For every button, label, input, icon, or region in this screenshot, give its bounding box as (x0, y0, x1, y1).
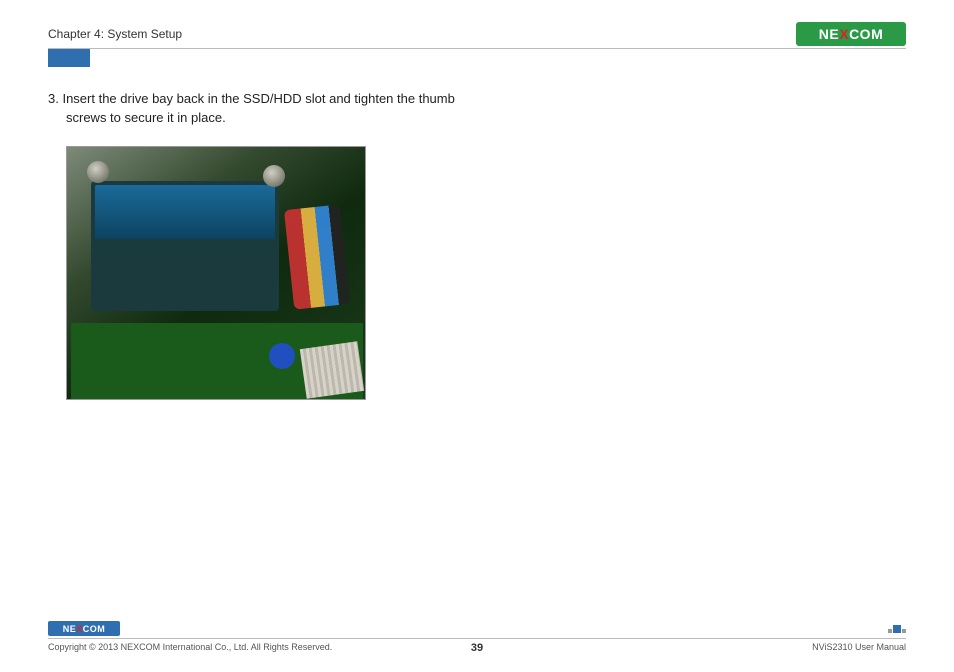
copyright-text: Copyright © 2013 NEXCOM International Co… (48, 642, 332, 652)
footer-text-row: Copyright © 2013 NEXCOM International Co… (48, 642, 906, 652)
photo-capacitor (269, 343, 295, 369)
footer-logo-row: NEXCOM (48, 621, 906, 636)
chapter-title: Chapter 4: System Setup (48, 27, 182, 41)
step-text-line2: screws to secure it in place. (48, 109, 478, 128)
logo-x: X (839, 26, 849, 42)
nexcom-logo-bottom: NEXCOM (48, 621, 120, 636)
logo-post: COM (83, 624, 106, 634)
logo-pre: NE (819, 26, 839, 42)
page-number: 39 (471, 642, 483, 654)
photo-thumb-screw (263, 165, 285, 187)
photo-hdd-label (95, 185, 275, 239)
header-tab-accent (48, 49, 90, 67)
page-footer: NEXCOM Copyright © 2013 NEXCOM Internati… (48, 621, 906, 652)
photo-thumb-screw (87, 161, 109, 183)
page-content: 3. Insert the drive bay back in the SSD/… (48, 90, 906, 400)
logo-pre: NE (63, 624, 77, 634)
footer-decoration-icon (888, 625, 906, 633)
footer-divider (48, 638, 906, 639)
photo-ribbon-cable (300, 341, 364, 399)
drive-bay-photo (66, 146, 366, 400)
photo-cables (284, 204, 350, 309)
manual-name: NViS2310 User Manual (812, 642, 906, 652)
instruction-step: 3. Insert the drive bay back in the SSD/… (48, 90, 478, 128)
header-divider (48, 48, 906, 49)
nexcom-logo-top: NEXCOM (796, 22, 906, 46)
step-text-line1: Insert the drive bay back in the SSD/HDD… (62, 91, 454, 106)
step-number: 3. (48, 91, 59, 106)
page-header: Chapter 4: System Setup NEXCOM (48, 22, 906, 46)
logo-post: COM (849, 26, 883, 42)
